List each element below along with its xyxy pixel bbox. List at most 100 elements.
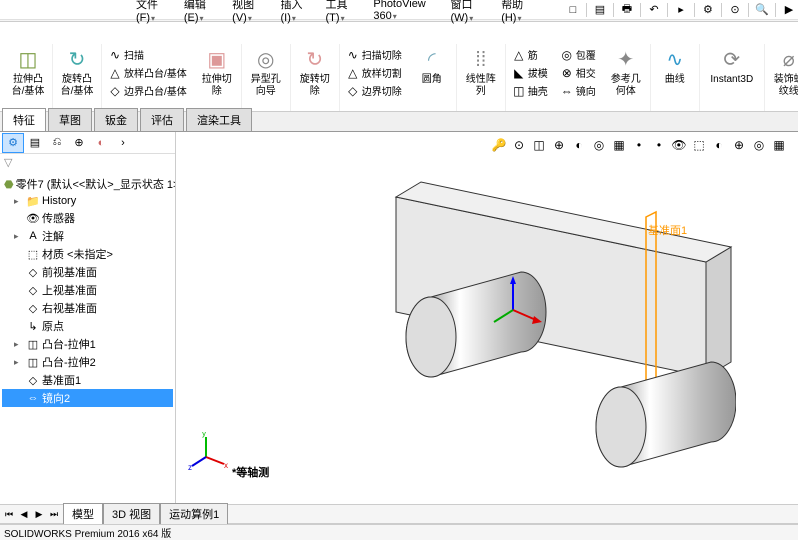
run-icon[interactable]: ▶	[780, 1, 798, 19]
sweep-cut-button[interactable]: ∿扫描切除	[344, 46, 404, 63]
tab-sheetmetal[interactable]: 钣金	[94, 108, 138, 131]
graphics-viewport[interactable]: 🔑 ⊙ ◫ ⊕ ◐ ◎ ▦ • • 👁 ⬚ ◐ ⊕ ◎ ▦	[176, 132, 798, 520]
ref-geom-icon: ✦	[614, 48, 638, 72]
feature-icon: ◇	[26, 265, 40, 279]
tree-item[interactable]: 👁传感器	[2, 209, 173, 227]
boundary-button[interactable]: ◇边界凸台/基体	[106, 82, 189, 99]
expand-icon[interactable]: ▸	[14, 231, 24, 242]
wrap-button[interactable]: ◎包覆	[558, 46, 598, 63]
mirror-button[interactable]: ⇔镜向	[558, 82, 598, 99]
ribbon-group: ✦ 参考几 何体	[602, 44, 651, 111]
fillet-icon: ◜	[420, 48, 444, 72]
chevron-down-icon: ▾	[248, 14, 252, 23]
tab-nav: ⏮ ◀ ▶ ⏭	[0, 507, 63, 521]
intersect-button[interactable]: ⊗相交	[558, 64, 598, 81]
ribbon-group: ⌀ 装饰螺 纹线	[765, 44, 798, 111]
boundary-cut-button[interactable]: ◇边界切除	[344, 82, 404, 99]
menu-edit[interactable]: 编辑(E)▾	[178, 0, 222, 26]
tree-icon: ⚙	[8, 136, 18, 149]
menu-window[interactable]: 窗口(W)▾	[445, 0, 492, 26]
open-icon[interactable]: ▤	[591, 1, 609, 19]
extrude-icon: ◫	[16, 48, 40, 72]
extrude-boss-button[interactable]: ◫ 拉伸凸 台/基体	[8, 46, 48, 100]
expand-icon[interactable]: ▸	[14, 357, 24, 368]
filter-icon: ▽	[4, 157, 12, 169]
fm-tab-display[interactable]: ◐	[90, 133, 112, 153]
appearance-icon[interactable]: ⊙	[726, 1, 744, 19]
print-icon[interactable]: 🖶	[618, 1, 636, 19]
viewport-icon[interactable]: ▦	[770, 136, 788, 154]
tab-features[interactable]: 特征	[2, 108, 46, 131]
curves-button[interactable]: ∿ 曲线	[655, 46, 695, 88]
tree-item[interactable]: ◇基准面1	[2, 371, 173, 389]
revolve-boss-button[interactable]: ↻ 旋转凸 台/基体	[57, 46, 97, 100]
linear-pattern-button[interactable]: ⁞⁞ 线性阵 列	[461, 46, 501, 100]
tab-render[interactable]: 渲染工具	[186, 108, 252, 131]
tree-item[interactable]: ◇右视基准面	[2, 299, 173, 317]
tab-3dview[interactable]: 3D 视图	[103, 503, 160, 525]
loft-button[interactable]: △放样凸台/基体	[106, 64, 189, 81]
tab-prev-icon[interactable]: ◀	[17, 507, 31, 521]
tree-item[interactable]: ↳原点	[2, 317, 173, 335]
menu-help[interactable]: 帮助(H)▾	[495, 0, 540, 26]
filter-box[interactable]: ▽	[0, 154, 175, 171]
expand-icon[interactable]: ▸	[14, 339, 24, 350]
instant3d-button[interactable]: ⟳ Instant3D	[704, 46, 760, 88]
fm-tab-property[interactable]: ▤	[24, 133, 46, 153]
tree-label: 基准面1	[42, 372, 81, 388]
tab-last-icon[interactable]: ⏭	[47, 507, 61, 521]
shell-button[interactable]: ◫抽壳	[510, 82, 550, 99]
expand-icon[interactable]: ▸	[14, 196, 24, 207]
menu-insert[interactable]: 插入(I)▾	[275, 0, 316, 26]
menu-file[interactable]: 文件(F)▾	[130, 0, 174, 26]
tree-label: 前视基准面	[42, 264, 97, 280]
tree-item[interactable]: ▸📁History	[2, 193, 173, 209]
tab-evaluate[interactable]: 评估	[140, 108, 184, 131]
fillet-button[interactable]: ◜ 圆角	[412, 46, 452, 88]
tree-item[interactable]: ▸◫凸台-拉伸2	[2, 353, 173, 371]
select-icon[interactable]: ▸	[672, 1, 690, 19]
reference-geometry-button[interactable]: ✦ 参考几 何体	[606, 46, 646, 100]
menu-photoview[interactable]: PhotoView 360▾	[367, 0, 440, 24]
tree-item[interactable]: ⇔镜向2	[2, 389, 173, 407]
tab-model[interactable]: 模型	[63, 503, 103, 525]
fm-tab-dimxpert[interactable]: ⊕	[68, 133, 90, 153]
separator	[721, 3, 722, 17]
draft-button[interactable]: ◣拔模	[510, 64, 550, 81]
fm-tab-config[interactable]: ⎌	[46, 133, 68, 153]
tree-item[interactable]: ◇上视基准面	[2, 281, 173, 299]
tree-item[interactable]: ⬚材质 <未指定>	[2, 245, 173, 263]
config-icon: ⎌	[53, 136, 62, 149]
tab-sketch[interactable]: 草图	[48, 108, 92, 131]
orientation-triad[interactable]: y x z	[188, 432, 228, 472]
extrude-cut-button[interactable]: ▣ 拉伸切 除	[197, 46, 237, 100]
tab-next-icon[interactable]: ▶	[32, 507, 46, 521]
sweep-button[interactable]: ∿扫描	[106, 46, 189, 63]
hole-wizard-button[interactable]: ◎ 异型孔 向导	[246, 46, 286, 100]
tree-item[interactable]: ◇前视基准面	[2, 263, 173, 281]
rib-button[interactable]: △筋	[510, 46, 550, 63]
search-icon[interactable]: 🔍	[753, 1, 771, 19]
cosmetic-thread-button[interactable]: ⌀ 装饰螺 纹线	[769, 46, 798, 100]
loft-cut-button[interactable]: △放样切割	[344, 64, 404, 81]
feature-icon: ↳	[26, 319, 40, 333]
tab-first-icon[interactable]: ⏮	[2, 507, 16, 521]
tab-motion-study[interactable]: 运动算例1	[160, 503, 228, 525]
menu-view[interactable]: 视图(V)▾	[226, 0, 270, 26]
boundary-icon: ◇	[108, 84, 122, 98]
wrap-icon: ◎	[560, 48, 574, 62]
options-icon[interactable]: ⚙	[699, 1, 717, 19]
undo-icon[interactable]: ↶	[645, 1, 663, 19]
feature-icon: ◇	[26, 283, 40, 297]
ribbon-group: ⁞⁞ 线性阵 列	[457, 44, 506, 111]
tree-item[interactable]: ▸A注解	[2, 227, 173, 245]
menu-tools[interactable]: 工具(T)▾	[320, 0, 364, 26]
chevron-down-icon: ▾	[151, 14, 155, 23]
tree-item[interactable]: ▸◫凸台-拉伸1	[2, 335, 173, 353]
light-icon[interactable]: ◎	[750, 136, 768, 154]
fm-tab-more[interactable]: ›	[112, 133, 134, 153]
fm-tab-tree[interactable]: ⚙	[2, 133, 24, 153]
new-icon[interactable]: □	[564, 1, 582, 19]
revolve-cut-button[interactable]: ↻ 旋转切 除	[295, 46, 335, 100]
tree-root[interactable]: ⬣ 零件7 (默认<<默认>_显示状态 1>)	[2, 175, 173, 193]
